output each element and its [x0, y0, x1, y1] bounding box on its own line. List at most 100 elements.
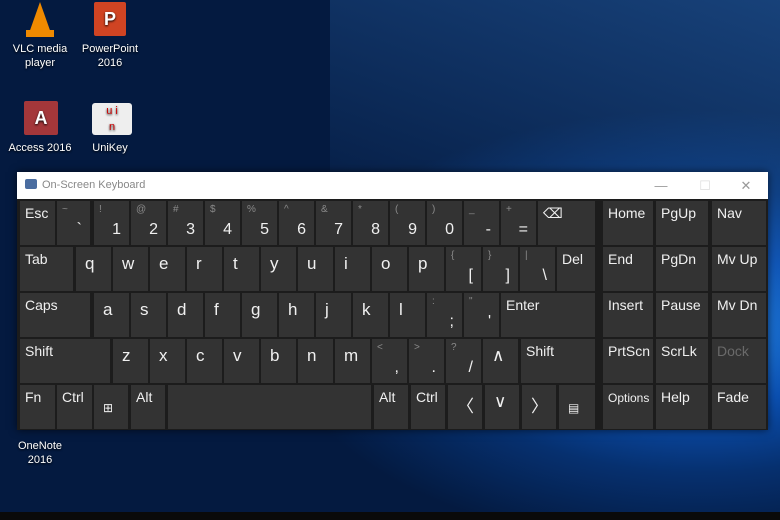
- key-1-13[interactable]: | \: [520, 247, 555, 291]
- key-options[interactable]: Options: [603, 385, 653, 429]
- key-insert[interactable]: Insert: [603, 293, 653, 337]
- key-4[interactable]: $4: [205, 201, 240, 245]
- desktop-icon-access[interactable]: A Access 2016: [0, 101, 80, 155]
- key-n[interactable]: n: [298, 339, 333, 383]
- key-3-10[interactable]: ? /: [446, 339, 481, 383]
- close-button[interactable]: ✕: [731, 176, 761, 196]
- key-shift-label: &: [321, 204, 328, 215]
- key-a[interactable]: a: [94, 293, 129, 337]
- key-label: Nav: [717, 205, 742, 221]
- key-0-14[interactable]: ⌫: [538, 201, 595, 245]
- key-shift[interactable]: Shift: [20, 339, 110, 383]
- key-d[interactable]: d: [168, 293, 203, 337]
- key-k[interactable]: k: [353, 293, 388, 337]
- key-label: 1: [112, 221, 121, 238]
- key-1-12[interactable]: }]: [483, 247, 518, 291]
- key-3-9[interactable]: >.: [409, 339, 444, 383]
- key-label: 2: [149, 221, 158, 238]
- key-pgdn[interactable]: PgDn: [656, 247, 708, 291]
- key-8[interactable]: * 8: [353, 201, 388, 245]
- key-g[interactable]: g: [242, 293, 277, 337]
- key-space[interactable]: [168, 385, 371, 429]
- key-alt[interactable]: Alt: [374, 385, 408, 429]
- key-caps[interactable]: Caps: [20, 293, 90, 337]
- key-9[interactable]: (9: [390, 201, 425, 245]
- key-0-12[interactable]: _ -: [464, 201, 499, 245]
- key-enter[interactable]: Enter: [501, 293, 595, 337]
- key-4-8[interactable]: ∨: [485, 385, 519, 429]
- key-2[interactable]: @2: [131, 201, 166, 245]
- key-fade[interactable]: Fade: [712, 385, 766, 429]
- key-2-11[interactable]: " ': [464, 293, 499, 337]
- key-b[interactable]: b: [261, 339, 296, 383]
- key-0-1[interactable]: ~ `: [57, 201, 90, 245]
- key-0-13[interactable]: + =: [501, 201, 536, 245]
- maximize-button[interactable]: ☐: [690, 176, 720, 196]
- key-w[interactable]: w: [113, 247, 148, 291]
- desktop-icon-unikey[interactable]: u in UniKey: [70, 101, 150, 155]
- key-shift[interactable]: Shift: [521, 339, 595, 383]
- key-help[interactable]: Help: [656, 385, 708, 429]
- key-dock[interactable]: Dock: [712, 339, 766, 383]
- key-label: z: [122, 346, 131, 365]
- key-4-9[interactable]: 〉: [522, 385, 556, 429]
- key-o[interactable]: o: [372, 247, 407, 291]
- key-m[interactable]: m: [335, 339, 370, 383]
- key-y[interactable]: y: [261, 247, 296, 291]
- key-mv-up[interactable]: Mv Up: [712, 247, 766, 291]
- key-home[interactable]: Home: [603, 201, 653, 245]
- key-4-7[interactable]: 〈: [448, 385, 482, 429]
- key-shift-label: _: [469, 204, 475, 215]
- key-p[interactable]: p: [409, 247, 444, 291]
- key-label: a: [103, 300, 113, 319]
- key-1-11[interactable]: {[: [446, 247, 481, 291]
- key-h[interactable]: h: [279, 293, 314, 337]
- key-u[interactable]: u: [298, 247, 333, 291]
- key-q[interactable]: q: [76, 247, 111, 291]
- key-l[interactable]: l: [390, 293, 425, 337]
- key-esc[interactable]: Esc: [20, 201, 55, 245]
- key-c[interactable]: c: [187, 339, 222, 383]
- key-2-10[interactable]: :;: [427, 293, 462, 337]
- key-r[interactable]: r: [187, 247, 222, 291]
- key-fn[interactable]: Fn: [20, 385, 55, 429]
- key-3-8[interactable]: <,: [372, 339, 407, 383]
- key-z[interactable]: z: [113, 339, 148, 383]
- key-mv-dn[interactable]: Mv Dn: [712, 293, 766, 337]
- key-1[interactable]: ! 1: [94, 201, 129, 245]
- key-scrlk[interactable]: ScrLk: [656, 339, 708, 383]
- key-3[interactable]: #3: [168, 201, 203, 245]
- key-f[interactable]: f: [205, 293, 240, 337]
- key-x[interactable]: x: [150, 339, 185, 383]
- key-pgup[interactable]: PgUp: [656, 201, 708, 245]
- key-4-10[interactable]: ▤: [559, 385, 595, 429]
- key-del[interactable]: Del: [557, 247, 595, 291]
- key-t[interactable]: t: [224, 247, 259, 291]
- desktop-icon-powerpoint[interactable]: P PowerPoint 2016: [70, 2, 150, 70]
- key-4-2[interactable]: ⊞: [94, 385, 128, 429]
- key-7[interactable]: & 7: [316, 201, 351, 245]
- key-s[interactable]: s: [131, 293, 166, 337]
- key-ctrl[interactable]: Ctrl: [411, 385, 445, 429]
- key-i[interactable]: i: [335, 247, 370, 291]
- key-tab[interactable]: Tab: [20, 247, 73, 291]
- key-3-11[interactable]: ∧: [483, 339, 518, 383]
- minimize-button[interactable]: —: [646, 176, 676, 196]
- key-nav[interactable]: Nav: [712, 201, 766, 245]
- key-e[interactable]: e: [150, 247, 185, 291]
- desktop-icon-onenote[interactable]: OneNote 2016: [0, 439, 80, 467]
- key-label: v: [233, 346, 242, 365]
- title-bar[interactable]: On-Screen Keyboard — ☐ ✕: [17, 172, 768, 199]
- key-end[interactable]: End: [603, 247, 653, 291]
- key-alt[interactable]: Alt: [131, 385, 165, 429]
- key-prtscn[interactable]: PrtScn: [603, 339, 653, 383]
- key-ctrl[interactable]: Ctrl: [57, 385, 92, 429]
- key-6[interactable]: ^ 6: [279, 201, 314, 245]
- key-5[interactable]: % 5: [242, 201, 277, 245]
- key-0[interactable]: ) 0: [427, 201, 462, 245]
- desktop-icon-vlc[interactable]: VLC media player: [0, 2, 80, 70]
- key-pause[interactable]: Pause: [656, 293, 708, 337]
- key-v[interactable]: v: [224, 339, 259, 383]
- key-label: End: [608, 251, 633, 267]
- key-j[interactable]: j: [316, 293, 351, 337]
